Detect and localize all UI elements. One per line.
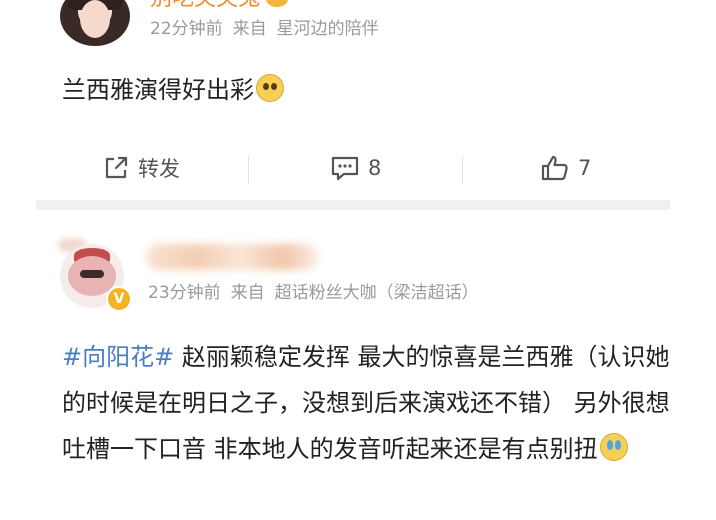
post-time: 23分钟前	[148, 283, 221, 303]
action-divider	[248, 156, 249, 184]
weibo-feed: 别吃芙芙兔 22分钟前来自星河边的陪伴 兰西雅演得好出彩 转发 8	[0, 0, 716, 520]
comment-icon	[331, 156, 359, 181]
topic-link[interactable]: #向阳花#	[62, 343, 174, 371]
post-source[interactable]: 星河边的陪伴	[277, 19, 379, 39]
post-separator	[36, 200, 670, 210]
post-meta: 23分钟前 来自 超话粉丝大咖（梁洁超话）	[148, 282, 479, 304]
avatar-eyes	[80, 270, 104, 278]
comment-count: 8	[368, 156, 382, 180]
post-meta: 22分钟前 来自 星河边的陪伴	[150, 18, 379, 40]
post-text: #向阳花# 赵丽颖稳定发挥 最大的惊喜是兰西雅（认识她的时候是在明日之子，没想到…	[62, 334, 682, 472]
repost-label: 转发	[138, 157, 180, 181]
avatar-face	[80, 0, 110, 38]
like-button[interactable]: 7	[540, 140, 591, 196]
pleading-face-emoji-icon	[256, 74, 284, 102]
thumbs-up-icon	[541, 155, 568, 181]
avatar[interactable]	[60, 0, 130, 46]
repost-icon	[105, 156, 128, 179]
verified-mark: V	[113, 291, 125, 307]
post1-header: 别吃芙芙兔 22分钟前来自星河边的陪伴	[60, 0, 700, 46]
comment-button[interactable]: 8	[330, 140, 381, 196]
verified-badge-icon: V	[106, 286, 132, 312]
fan-badge-icon	[266, 0, 289, 7]
post-source[interactable]: 超话粉丝大咖（梁洁超话）	[275, 283, 479, 303]
blurred-username[interactable]	[146, 244, 318, 270]
username[interactable]: 别吃芙芙兔	[150, 0, 289, 12]
source-prefix: 来自	[232, 19, 267, 39]
username-text[interactable]: 别吃芙芙兔	[150, 0, 260, 11]
post-text: 兰西雅演得好出彩	[62, 72, 284, 108]
post-time: 22分钟前	[150, 19, 223, 39]
action-bar: 转发 8 7	[36, 140, 680, 196]
source-prefix: 来自	[230, 283, 265, 303]
repost-button[interactable]: 转发	[102, 140, 180, 196]
laughing-crying-face-emoji-icon	[599, 433, 628, 461]
action-divider	[462, 156, 463, 184]
like-count: 7	[578, 156, 592, 180]
post-text-content: 兰西雅演得好出彩	[62, 76, 254, 104]
